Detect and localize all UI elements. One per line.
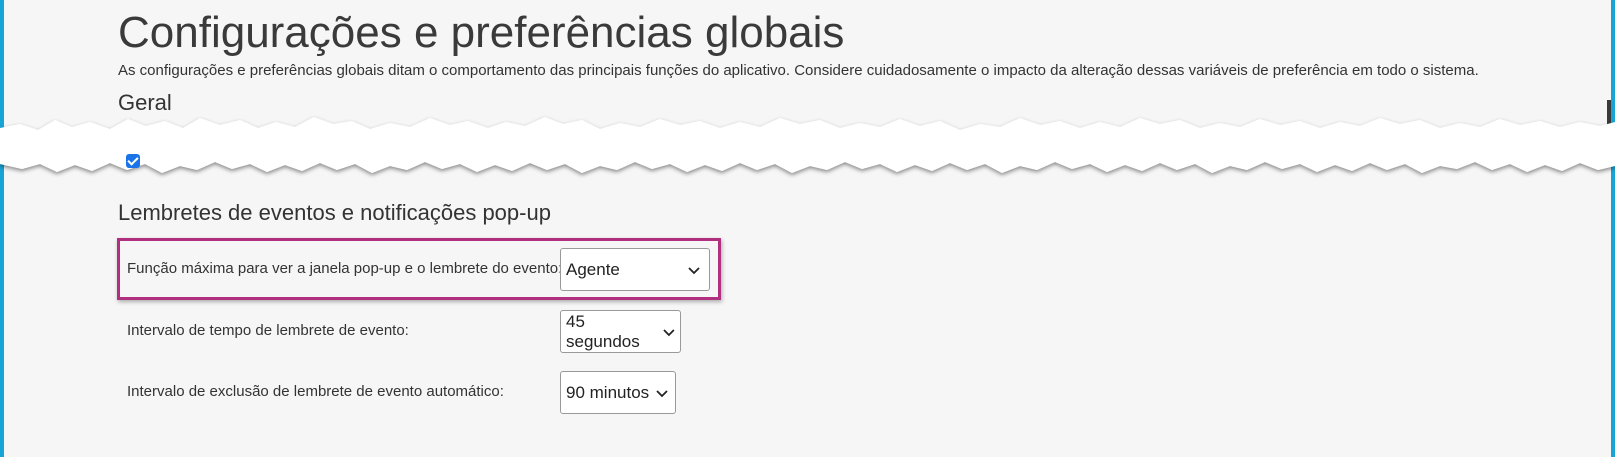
reminder-interval-label: Intervalo de tempo de lembrete de evento… [127,322,409,339]
torn-paper-break [0,117,1615,173]
section-heading-reminders: Lembretes de eventos e notificações pop-… [118,200,551,225]
max-role-select[interactable]: Agente [560,248,710,291]
reminder-interval-value: 45 segundos [566,311,640,351]
window-edge-right [1611,0,1615,457]
reminder-interval-select[interactable]: 45 segundos [560,310,681,353]
page-title: Configurações e preferências globais [118,8,845,57]
auto-delete-interval-label: Intervalo de exclusão de lembrete de eve… [127,383,504,400]
partial-checkbox[interactable] [126,154,140,168]
auto-delete-interval-select[interactable]: 90 minutos [560,371,676,414]
max-role-value: Agente [566,259,620,279]
auto-delete-interval-value: 90 minutos [566,382,650,402]
chevron-down-icon [688,266,700,274]
settings-page: Configurações e preferências globais As … [0,0,1615,457]
chevron-down-icon [656,389,668,397]
chevron-down-icon [663,328,675,336]
max-role-label: Função máxima para ver a janela pop-up e… [127,260,563,277]
page-description: As configurações e preferências globais … [118,62,1479,79]
window-edge-left [0,0,4,457]
